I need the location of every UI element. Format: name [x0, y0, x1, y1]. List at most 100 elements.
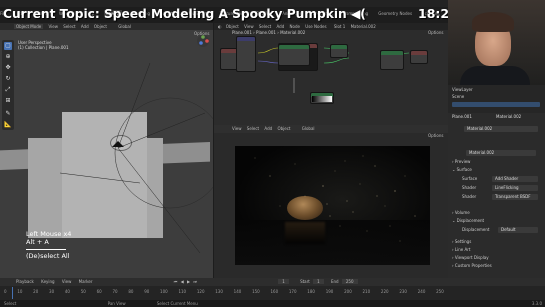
ruler-tick: 10 [17, 289, 23, 294]
ruler-tick: 120 [196, 289, 205, 294]
render-menu-add[interactable]: Add [264, 126, 272, 131]
panel-displacement[interactable]: ⌄ Displacement [452, 217, 542, 225]
status-version: 3.3.0 [531, 301, 542, 306]
ruler-tick: 210 [362, 289, 371, 294]
ruler-tick: 250 [436, 289, 444, 294]
measure-icon[interactable]: 📐 [4, 121, 12, 129]
properties-editor[interactable]: Plane.001 Material.002 Material.002 Mate… [448, 113, 545, 278]
shader2-label: Shader [462, 194, 477, 199]
mix-shader-node[interactable] [330, 44, 348, 58]
status-pan-view: Pan View [107, 301, 126, 306]
panel-displacement-label: Displacement [456, 218, 485, 223]
progress-arrow-icon: ◀( [350, 7, 366, 21]
panel-preview[interactable]: › Preview [452, 158, 542, 166]
outliner-panel[interactable]: ViewLayer Scene [448, 85, 545, 113]
ruler-tick: 110 [178, 289, 187, 294]
panel-surface-label: Surface [456, 167, 472, 172]
start-frame-field[interactable]: 1 [313, 279, 324, 284]
start-frame-label: Start [300, 279, 310, 284]
render-menu-object[interactable]: Object [277, 126, 290, 131]
current-frame-field[interactable]: 1 [278, 279, 289, 284]
shader1-label: Shader [462, 185, 477, 190]
displacement-field-label: Displacement [462, 227, 490, 232]
render-menu-select[interactable]: Select [247, 126, 259, 131]
scale-icon[interactable]: ⤢ [4, 86, 12, 94]
navigation-gizmo-icon[interactable] [196, 34, 210, 48]
timeline-menu-marker[interactable]: Marker [79, 279, 93, 284]
ruler-tick: 40 [64, 289, 70, 294]
annotate-icon[interactable]: ✎ [4, 110, 12, 118]
transform-icon[interactable]: ⊞ [4, 97, 12, 105]
panel-volume[interactable]: › Volume [452, 209, 542, 217]
status-select: Select [4, 301, 17, 306]
keystroke-line-2: Alt + A [26, 238, 49, 246]
ruler-tick: 20 [33, 289, 39, 294]
surface-shader-field[interactable]: Add Shader [492, 176, 538, 182]
timeline-menu-playback[interactable]: Playback [16, 279, 34, 284]
timeline-ruler[interactable]: 0 10 20 30 40 50 60 70 80 90 100 110 120… [4, 288, 444, 296]
view-layer-label[interactable]: ViewLayer [452, 88, 473, 92]
panel-viewport-display[interactable]: › Viewport Display [452, 254, 542, 262]
workspace-tab-geometry-nodes[interactable]: Geometry Nodes [378, 10, 412, 17]
ruler-tick: 230 [399, 289, 407, 294]
render-options-button[interactable]: Options [428, 134, 443, 138]
rotate-icon[interactable]: ↻ [4, 75, 12, 83]
panel-settings[interactable]: › Settings [452, 238, 542, 246]
jump-end-icon[interactable]: ⏭ [193, 279, 197, 284]
color-ramp-node[interactable] [278, 44, 310, 66]
topic-value: Speed Modeling A Spooky Pumpkin [103, 7, 347, 21]
mapping-node[interactable] [236, 36, 256, 72]
scene-label[interactable]: Scene [452, 95, 464, 99]
select-box-icon[interactable]: ▢ [4, 42, 12, 50]
move-icon[interactable]: ✥ [4, 64, 12, 72]
render-orientation-dropdown[interactable]: Global [302, 126, 315, 131]
ruler-tick: 30 [49, 289, 55, 294]
end-frame-field[interactable]: 250 [341, 279, 358, 284]
presenter-hair [472, 12, 514, 32]
outliner-selected-row[interactable] [452, 102, 540, 107]
material-datablock-field[interactable]: Material.002 [466, 150, 536, 156]
material-slot-item[interactable]: Material.002 [467, 126, 492, 131]
ruler-tick: 80 [128, 289, 134, 294]
play-reverse-icon[interactable]: ◀ [181, 279, 184, 284]
panel-settings-label: Settings [454, 239, 472, 244]
ruler-tick: 220 [380, 289, 389, 294]
ruler-tick: 160 [270, 289, 279, 294]
properties-material-name: Material.002 [496, 114, 522, 119]
material-output-node[interactable] [410, 50, 428, 64]
ruler-tick: 240 [417, 289, 426, 294]
panel-volume-label: Volume [454, 210, 470, 215]
render-menu-view[interactable]: View [232, 126, 242, 131]
render-preview-image [235, 146, 430, 265]
ruler-tick: 70 [112, 289, 118, 294]
panel-custom-properties-label: Custom Properties [454, 263, 492, 268]
playhead-line[interactable] [12, 287, 13, 299]
keystroke-overlay: Left Mouse x4 Alt + A (De)select All [26, 230, 71, 260]
timeline-menu-keying[interactable]: Keying [41, 279, 54, 284]
ruler-tick: 180 [307, 289, 315, 294]
displacement-field[interactable]: Default [498, 227, 538, 233]
shader1-field[interactable]: LineFlicking [492, 185, 538, 191]
panel-line-art[interactable]: › Line Art [452, 246, 542, 254]
keystroke-divider [26, 249, 66, 250]
panel-line-art-label: Line Art [454, 247, 471, 252]
ruler-tick: 50 [80, 289, 86, 294]
tool-shelf: ▢ ⊕ ✥ ↻ ⤢ ⊞ ✎ 📐 [2, 40, 14, 130]
jump-start-icon[interactable]: ⏮ [174, 279, 178, 284]
add-shader-node[interactable] [380, 50, 404, 70]
panel-custom-properties[interactable]: › Custom Properties [452, 262, 542, 270]
render-viewport-header: View Select Add Object Global [214, 125, 448, 133]
cursor-icon[interactable]: ⊕ [4, 53, 12, 61]
panel-surface[interactable]: ⌄ Surface [452, 166, 542, 174]
keystroke-line-1: Left Mouse x4 [26, 230, 72, 238]
ruler-tick: 190 [325, 289, 334, 294]
play-icon[interactable]: ▶ [187, 279, 190, 284]
shader2-field[interactable]: Transparent BSDF [492, 194, 538, 200]
ruler-tick: 150 [252, 289, 260, 294]
ruler-tick: 130 [215, 289, 223, 294]
keystroke-action: (De)select All [26, 252, 70, 260]
panel-viewport-display-label: Viewport Display [454, 255, 489, 260]
ruler-tick: 90 [144, 289, 150, 294]
timeline-menu-view[interactable]: View [62, 279, 72, 284]
material-slot-list[interactable]: Material.002 [464, 126, 538, 132]
